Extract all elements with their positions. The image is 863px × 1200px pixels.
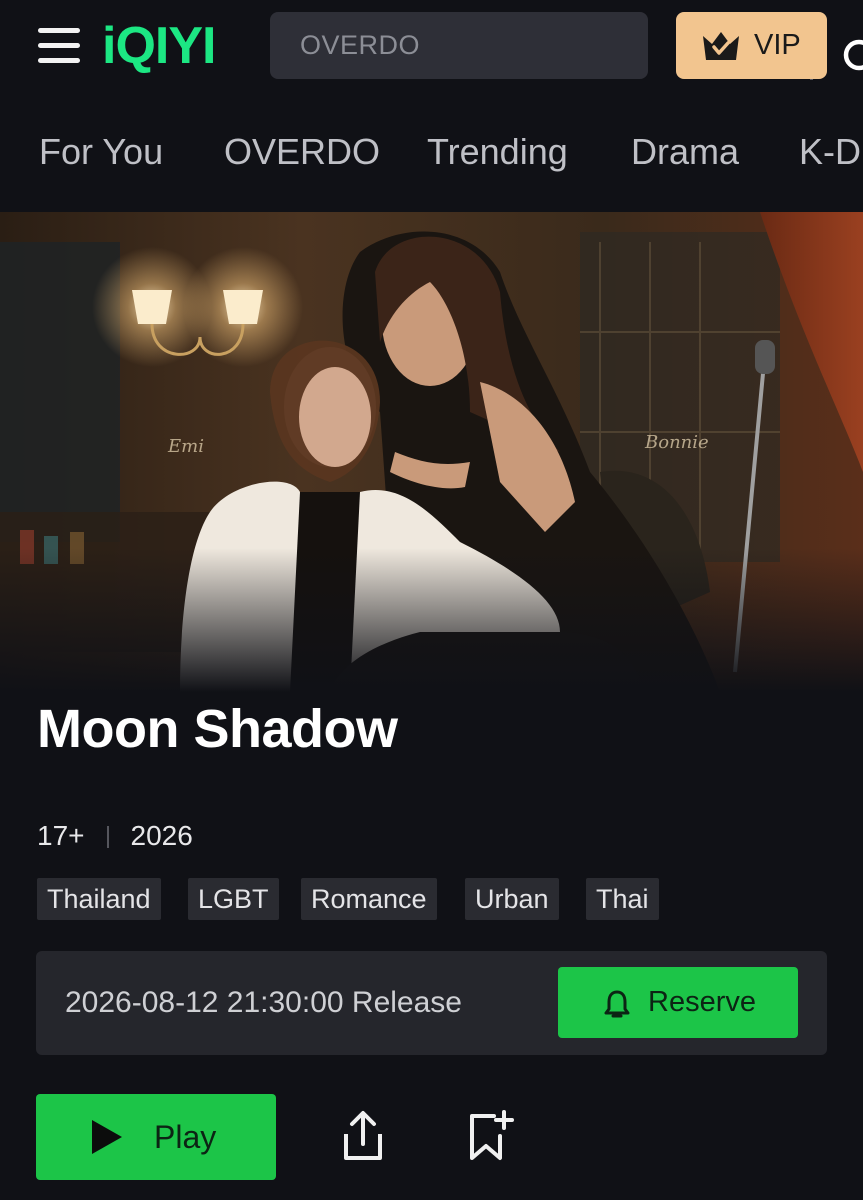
- play-icon: [92, 1120, 122, 1154]
- search-input-value: OVERDO: [300, 30, 421, 60]
- top-bar: iQIYI OVERDO VIP: [0, 0, 863, 96]
- tab-trending[interactable]: Trending: [427, 110, 568, 194]
- release-datetime: 2026-08-12 21:30:00 Release: [65, 986, 462, 1019]
- search-icon[interactable]: [841, 37, 863, 79]
- meta-divider: [106, 826, 109, 848]
- tab-for-you[interactable]: For You: [39, 110, 163, 194]
- category-nav: For You OVERDO Trending Drama K-Drama: [0, 110, 863, 194]
- hero-poster[interactable]: Emi Bonnie: [0, 212, 863, 692]
- crown-icon: [703, 32, 739, 60]
- vip-button[interactable]: VIP: [676, 12, 827, 79]
- tag-urban[interactable]: Urban: [465, 878, 559, 920]
- hamburger-icon[interactable]: [38, 28, 80, 64]
- rating-badge: 17+: [37, 820, 85, 851]
- play-button[interactable]: Play: [36, 1094, 276, 1180]
- show-title: Moon Shadow: [37, 699, 398, 759]
- bookmark-add-icon[interactable]: [466, 1110, 514, 1162]
- reserve-label: Reserve: [648, 986, 756, 1018]
- reserve-button[interactable]: Reserve: [558, 967, 798, 1038]
- release-year: 2026: [130, 820, 193, 851]
- tab-k-drama[interactable]: K-Drama: [799, 110, 863, 194]
- vip-label: VIP: [754, 29, 801, 61]
- tag-thai[interactable]: Thai: [586, 878, 659, 920]
- show-meta: 17+ 2026: [37, 818, 193, 854]
- tab-overdo[interactable]: OVERDO: [224, 110, 380, 194]
- tab-drama[interactable]: Drama: [631, 110, 739, 194]
- poster-image: Emi Bonnie: [0, 212, 863, 692]
- search-input[interactable]: OVERDO: [270, 12, 863, 80]
- tag-lgbt[interactable]: LGBT: [188, 878, 279, 920]
- iqiyi-logo[interactable]: iQIYI: [102, 18, 216, 74]
- tag-romance[interactable]: Romance: [301, 878, 437, 920]
- play-label: Play: [154, 1119, 217, 1155]
- release-panel: 2026-08-12 21:30:00 Release Reserve: [36, 951, 827, 1055]
- tag-thailand[interactable]: Thailand: [37, 878, 161, 920]
- share-icon[interactable]: [340, 1110, 386, 1162]
- bell-icon: [604, 990, 630, 1018]
